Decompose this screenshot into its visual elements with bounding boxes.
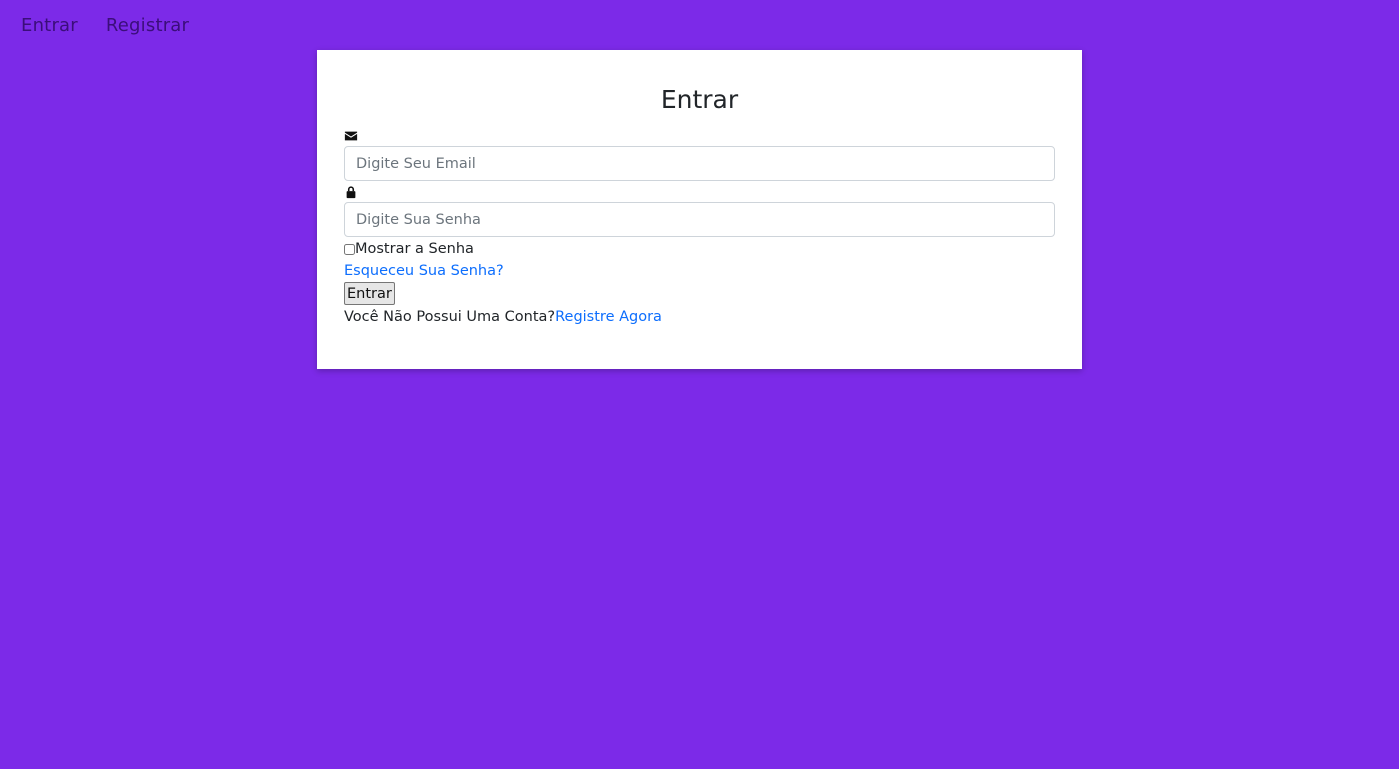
register-row: Você Não Possui Uma Conta? Registre Agora bbox=[344, 305, 1055, 329]
top-nav: Entrar Registrar bbox=[0, 0, 217, 50]
email-label bbox=[344, 126, 1055, 146]
no-account-text: Você Não Possui Uma Conta? bbox=[344, 309, 556, 325]
login-submit-button[interactable]: Entrar bbox=[344, 282, 395, 305]
login-card: Entrar Mostrar a Senha Esqueceu Sua Senh… bbox=[317, 50, 1082, 369]
forgot-password-link[interactable]: Esqueceu Sua Senha? bbox=[344, 263, 504, 279]
show-password-row: Mostrar a Senha bbox=[344, 239, 1055, 259]
nav-link-entrar[interactable]: Entrar bbox=[21, 15, 78, 36]
show-password-checkbox[interactable] bbox=[344, 243, 355, 255]
password-label bbox=[344, 182, 1055, 202]
register-now-link[interactable]: Registre Agora bbox=[555, 309, 662, 325]
lock-icon bbox=[346, 186, 356, 199]
login-title: Entrar bbox=[660, 85, 739, 114]
nav-link-registrar[interactable]: Registrar bbox=[106, 15, 189, 36]
password-input[interactable] bbox=[344, 202, 1055, 237]
show-password-label: Mostrar a Senha bbox=[355, 241, 474, 257]
email-input[interactable] bbox=[344, 146, 1055, 181]
forgot-password-row: Esqueceu Sua Senha? bbox=[344, 259, 1055, 282]
envelope-icon bbox=[344, 131, 358, 141]
